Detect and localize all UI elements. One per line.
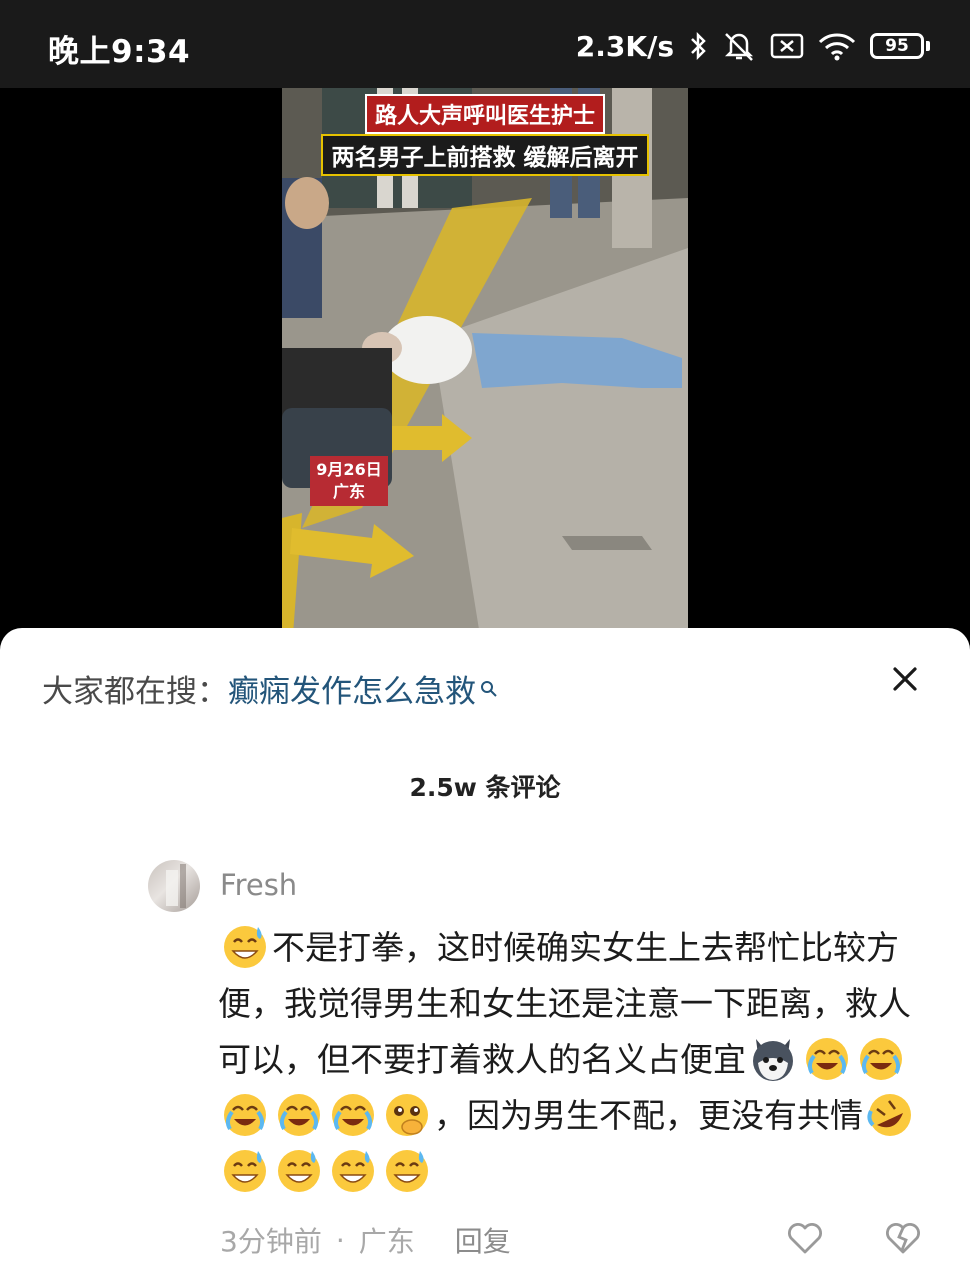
husky-dog-emoji-icon xyxy=(753,1039,793,1081)
pleading-hand-over-mouth-emoji-icon xyxy=(386,1094,428,1136)
no-sim-icon xyxy=(770,32,804,60)
crying-laugh-emoji-icon xyxy=(278,1094,320,1136)
trending-search-prefix: 大家都在搜： xyxy=(42,674,228,710)
rolling-laughing-emoji-icon xyxy=(867,1094,911,1136)
meta-separator: · xyxy=(335,1223,345,1257)
bluetooth-icon xyxy=(688,31,708,61)
crying-laugh-emoji-icon xyxy=(860,1038,902,1080)
video-date-tag: 9月26日 广东 xyxy=(310,456,388,506)
comment-meta: 3分钟前 · 广东 回复 xyxy=(220,1220,511,1260)
comment-username[interactable]: Fresh xyxy=(220,868,297,902)
sweat-grin-emoji-icon xyxy=(278,1150,320,1192)
sweat-grin-emoji-icon xyxy=(224,926,266,968)
status-time: 晚上9:34 xyxy=(48,34,191,70)
comment-time: 3分钟前 xyxy=(220,1225,322,1258)
search-icon[interactable] xyxy=(480,670,498,706)
wifi-icon xyxy=(818,31,856,61)
comment-sheet: 大家都在搜： 癫痫发作怎么急救 2.5w 条评论 Fresh 不是打拳，这时候确… xyxy=(0,628,970,1280)
reply-button[interactable]: 回复 xyxy=(455,1220,511,1260)
video-caption-top: 路人大声呼叫医生护士 xyxy=(282,94,688,134)
status-icons: 2.3K/s 95 xyxy=(576,26,930,66)
sweat-grin-emoji-icon xyxy=(386,1150,428,1192)
broken-heart-icon[interactable] xyxy=(884,1220,922,1260)
crying-laugh-emoji-icon xyxy=(806,1038,848,1080)
like-heart-icon[interactable] xyxy=(786,1220,824,1260)
close-icon[interactable] xyxy=(888,662,922,696)
trending-search[interactable]: 大家都在搜： 癫痫发作怎么急救 xyxy=(42,666,498,711)
battery-icon: 95 xyxy=(870,33,930,59)
sweat-grin-emoji-icon xyxy=(332,1150,374,1192)
comment-text: 不是打拳，这时候确实女生上去帮忙比较方便，我觉得男生和女生还是注意一下距离，救人… xyxy=(218,920,938,1200)
network-speed: 2.3K/s xyxy=(575,29,674,63)
battery-level: 95 xyxy=(870,33,924,59)
mute-bell-icon xyxy=(722,30,756,62)
video-player[interactable]: 路人大声呼叫医生护士 两名男子上前搭救 缓解后离开 9月26日 广东 xyxy=(0,88,970,648)
comment-count: 2.5w 条评论 xyxy=(409,773,561,802)
trending-search-term[interactable]: 癫痫发作怎么急救 xyxy=(228,666,476,711)
video-caption-second: 两名男子上前搭救 缓解后离开 xyxy=(282,134,688,176)
avatar[interactable] xyxy=(148,860,200,912)
sweat-grin-emoji-icon xyxy=(224,1150,266,1192)
video-frame[interactable]: 路人大声呼叫医生护士 两名男子上前搭救 缓解后离开 xyxy=(282,88,688,648)
crying-laugh-emoji-icon xyxy=(224,1094,266,1136)
crying-laugh-emoji-icon xyxy=(332,1094,374,1136)
comment-location: 广东 xyxy=(358,1225,415,1258)
status-bar: 晚上9:34 2.3K/s 95 xyxy=(0,0,970,88)
